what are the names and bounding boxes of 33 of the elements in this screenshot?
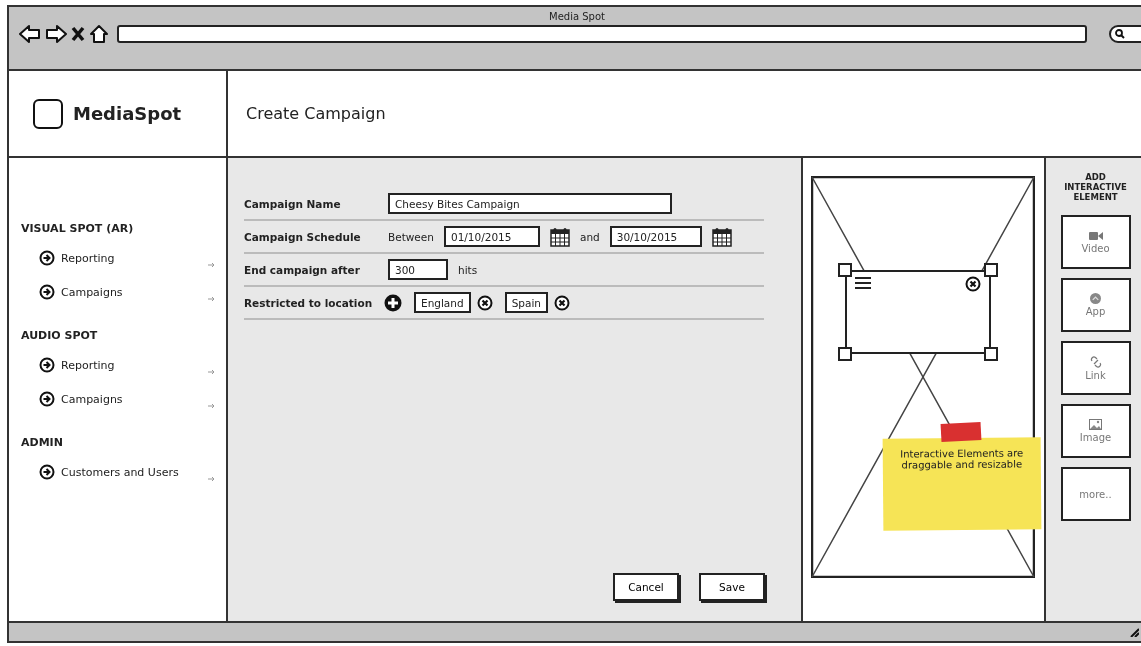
section-heading: ADMIN [21, 436, 64, 449]
nav-link[interactable]: Customers and Users [61, 465, 202, 479]
add-element-button[interactable]: more.. [1060, 467, 1131, 521]
add-element-button[interactable]: Video [1060, 215, 1131, 269]
field-label: Campaign Schedule [244, 230, 362, 243]
between-text: Between [388, 230, 434, 243]
and-text: and [579, 230, 600, 243]
nav-link[interactable]: Reporting [61, 251, 202, 265]
field-label: Restricted to location [244, 296, 374, 309]
page-title: Create Campaign [246, 104, 386, 123]
add-element-button[interactable]: Image [1060, 404, 1131, 458]
logo-text: MediaSpot [73, 103, 182, 124]
sticky-note: Interactive Elements are draggable and resizable [882, 437, 1042, 531]
unit-text: hits [458, 263, 478, 276]
input-field[interactable]: Cheesy Bites Campaign [388, 193, 672, 214]
date-field[interactable]: 30/10/2015 [609, 226, 702, 247]
location-tag: Spain [504, 292, 548, 313]
add-element-button[interactable]: Link [1060, 341, 1131, 395]
section-heading: AUDIO SPOT [21, 329, 99, 342]
field-label: Campaign Name [244, 197, 342, 210]
add-element-button[interactable]: App [1060, 278, 1131, 332]
nav-link[interactable]: Campaigns [61, 285, 202, 299]
field-label: End campaign after [244, 263, 361, 276]
form-button[interactable]: Cancel [613, 573, 679, 601]
location-tag: England [414, 292, 471, 313]
form-button[interactable]: Save [699, 573, 765, 601]
window-title: Media Spot [549, 11, 605, 22]
input-field[interactable]: 300 [388, 259, 448, 280]
section-heading: VISUAL SPOT (AR) [21, 222, 135, 235]
date-field[interactable]: 01/10/2015 [443, 226, 540, 247]
panel-title: ADD INTERACTIVE ELEMENT [1063, 172, 1128, 202]
nav-link[interactable]: Reporting [61, 358, 202, 372]
nav-link[interactable]: Campaigns [61, 392, 202, 406]
